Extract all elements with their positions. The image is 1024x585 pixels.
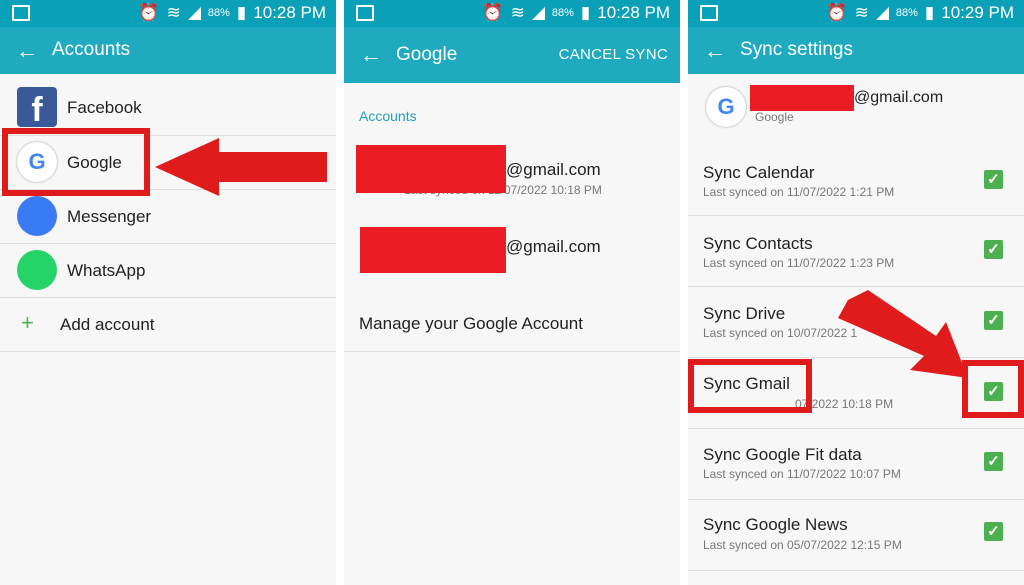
whatsapp-icon <box>17 250 57 290</box>
page-title: Google <box>396 44 458 65</box>
sync-label: Sync Drive <box>703 304 786 323</box>
redacted-email <box>750 85 854 111</box>
wifi-icon: ≋ <box>510 3 525 22</box>
account-item-whatsapp[interactable]: WhatsApp <box>0 244 336 298</box>
sync-sub: Last synced on 11/07/2022 10:07 PM <box>703 467 901 481</box>
sync-label: Sync Contacts <box>703 234 813 253</box>
status-bar: ⏰ ≋ 88% ▮ 10:28 PM <box>0 0 336 27</box>
redacted-email <box>356 145 506 193</box>
facebook-icon: f <box>17 87 57 129</box>
sync-item-news[interactable]: Sync Google News Last synced on 05/07/20… <box>688 500 1024 571</box>
sync-label: Sync Calendar <box>703 163 815 182</box>
screenshot-icon <box>356 5 374 21</box>
back-arrow-icon[interactable]: ← <box>16 38 38 64</box>
section-header: Accounts <box>359 108 417 124</box>
sync-sub: Last synced on 10/07/2022 1 <box>703 326 858 340</box>
battery-icon: ▮ <box>236 3 247 22</box>
checkbox-checked[interactable]: ✓ <box>984 170 1003 189</box>
signal-icon <box>187 6 201 20</box>
account-label: Messenger <box>67 207 152 226</box>
red-arrow-icon <box>838 290 968 378</box>
alarm-icon: ⏰ <box>826 3 848 22</box>
sync-sub: Last synced on 05/07/2022 12:15 PM <box>703 538 902 552</box>
page-title: Accounts <box>52 39 131 60</box>
add-account-button[interactable]: + Add account <box>0 298 336 352</box>
account-email: @gmail.com <box>854 89 944 106</box>
checkbox-checked[interactable]: ✓ <box>984 240 1003 259</box>
account-row[interactable]: @gmail.com Last synced on 11/07/2022 10:… <box>344 140 680 206</box>
battery-percent: 88% <box>207 7 230 19</box>
sync-label: Sync Google Fit data <box>703 445 862 464</box>
status-bar: ⏰ ≋ 88% ▮ 10:28 PM <box>344 0 680 27</box>
alarm-icon: ⏰ <box>482 3 504 22</box>
checkbox-checked[interactable]: ✓ <box>984 311 1003 330</box>
sync-label: Sync Google News <box>703 515 848 534</box>
app-bar: ← Sync settings <box>688 27 1024 74</box>
checkbox-checked[interactable]: ✓ <box>984 522 1003 541</box>
checkbox-checked[interactable]: ✓ <box>984 452 1003 471</box>
battery-icon: ▮ <box>580 3 591 22</box>
signal-icon <box>531 6 545 20</box>
screenshot-icon <box>12 5 30 21</box>
signal-icon <box>875 6 889 20</box>
page-title: Sync settings <box>740 39 853 60</box>
account-type: Google <box>755 110 794 124</box>
account-label: Facebook <box>67 98 142 117</box>
sync-item-calendar[interactable]: Sync Calendar Last synced on 11/07/2022 … <box>688 145 1024 216</box>
wifi-icon: ≋ <box>166 3 181 22</box>
status-bar: ⏰ ≋ 88% ▮ 10:29 PM <box>688 0 1024 27</box>
account-email: @gmail.com <box>506 237 601 256</box>
clock: 10:28 PM <box>253 3 326 22</box>
account-header: G @gmail.com Google <box>688 76 1024 142</box>
google-icon: G <box>706 87 746 127</box>
account-label: WhatsApp <box>67 261 146 280</box>
sync-settings-screen: ⏰ ≋ 88% ▮ 10:29 PM ← Sync settings G @gm… <box>688 0 1024 585</box>
account-email: @gmail.com <box>506 160 601 179</box>
clock: 10:28 PM <box>597 3 670 22</box>
messenger-icon <box>17 196 57 236</box>
back-arrow-icon[interactable]: ← <box>360 42 382 68</box>
account-item-messenger[interactable]: Messenger <box>0 190 336 244</box>
redacted-email <box>360 227 506 273</box>
account-row[interactable]: @gmail.com <box>344 220 680 280</box>
manage-google-account-link[interactable]: Manage your Google Account <box>344 296 680 352</box>
clock: 10:29 PM <box>941 3 1014 22</box>
app-bar: ← Google CANCEL SYNC <box>344 27 680 83</box>
accounts-screen: ⏰ ≋ 88% ▮ 10:28 PM ← Accounts f Facebook… <box>0 0 336 585</box>
alarm-icon: ⏰ <box>138 3 160 22</box>
sync-item-contacts[interactable]: Sync Contacts Last synced on 11/07/2022 … <box>688 216 1024 287</box>
sync-item-fit[interactable]: Sync Google Fit data Last synced on 11/0… <box>688 429 1024 500</box>
battery-percent: 88% <box>551 7 574 19</box>
red-arrow-icon <box>155 138 327 196</box>
battery-percent: 88% <box>895 7 918 19</box>
sync-sub: Last synced on 11/07/2022 1:21 PM <box>703 185 895 199</box>
manage-label: Manage your Google Account <box>359 314 583 333</box>
back-arrow-icon[interactable]: ← <box>704 38 726 64</box>
highlight-box <box>962 360 1024 418</box>
battery-icon: ▮ <box>924 3 935 22</box>
highlight-box <box>2 128 150 196</box>
highlight-box <box>688 359 812 413</box>
sync-sub: Last synced on 11/07/2022 1:23 PM <box>703 256 895 270</box>
google-account-screen: ⏰ ≋ 88% ▮ 10:28 PM ← Google CANCEL SYNC … <box>344 0 680 585</box>
add-account-label: Add account <box>60 315 155 334</box>
plus-icon: + <box>21 310 34 335</box>
screenshot-icon <box>700 5 718 21</box>
cancel-sync-button[interactable]: CANCEL SYNC <box>559 46 668 63</box>
app-bar: ← Accounts <box>0 27 336 74</box>
wifi-icon: ≋ <box>854 3 869 22</box>
